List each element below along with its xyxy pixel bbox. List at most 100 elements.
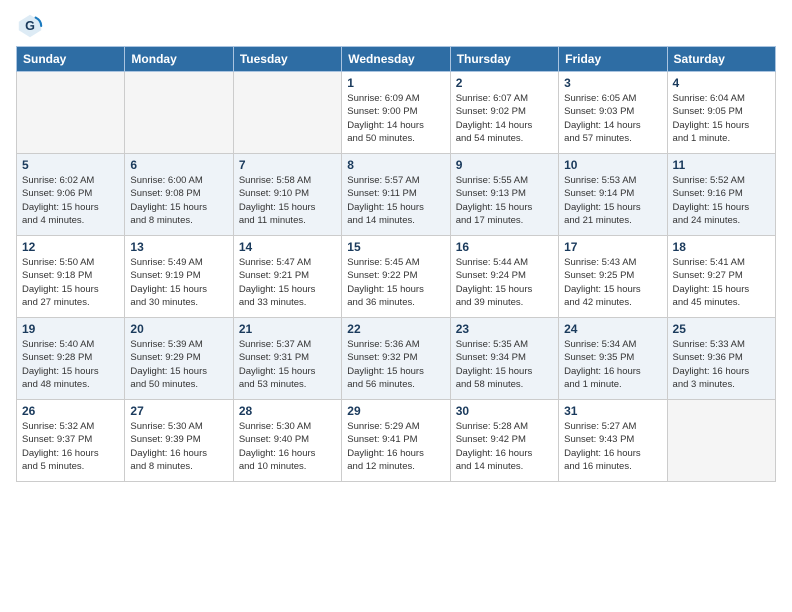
calendar-cell: 5 Sunrise: 6:02 AM Sunset: 9:06 PM Daylig… [17, 154, 125, 236]
calendar-week-row: 1 Sunrise: 6:09 AM Sunset: 9:00 PM Daylig… [17, 72, 776, 154]
weekday-row: SundayMondayTuesdayWednesdayThursdayFrid… [17, 47, 776, 72]
calendar-cell: 23Sunrise: 5:35 AM Sunset: 9:34 PM Dayli… [450, 318, 558, 400]
calendar-cell: 27 Sunrise: 5:30 AM Sunset: 9:39 PM Dayli… [125, 400, 233, 482]
day-number: 1 [347, 76, 444, 90]
day-number: 15 [347, 240, 444, 254]
day-number: 22 [347, 322, 444, 336]
calendar-cell: 8Sunrise: 5:57 AM Sunset: 9:11 PM Daylig… [342, 154, 450, 236]
day-info: Sunrise: 5:34 AM Sunset: 9:35 PM Dayligh… [564, 338, 661, 391]
calendar-body: 1 Sunrise: 6:09 AM Sunset: 9:00 PM Daylig… [17, 72, 776, 482]
day-number: 23 [456, 322, 553, 336]
day-info: Sunrise: 6:00 AM Sunset: 9:08 PM Dayligh… [130, 174, 227, 227]
day-number: 11 [673, 158, 770, 172]
day-info: Sunrise: 5:30 AM Sunset: 9:40 PM Dayligh… [239, 420, 336, 473]
calendar-cell [233, 72, 341, 154]
day-number: 7 [239, 158, 336, 172]
calendar-cell: 30Sunrise: 5:28 AM Sunset: 9:42 PM Dayli… [450, 400, 558, 482]
calendar-cell [17, 72, 125, 154]
day-info: Sunrise: 5:27 AM Sunset: 9:43 PM Dayligh… [564, 420, 661, 473]
day-number: 10 [564, 158, 661, 172]
calendar-cell: 2 Sunrise: 6:07 AM Sunset: 9:02 PM Daylig… [450, 72, 558, 154]
calendar-cell: 29 Sunrise: 5:29 AM Sunset: 9:41 PM Dayli… [342, 400, 450, 482]
day-number: 31 [564, 404, 661, 418]
day-info: Sunrise: 5:32 AM Sunset: 9:37 PM Dayligh… [22, 420, 119, 473]
calendar-cell: 12Sunrise: 5:50 AM Sunset: 9:18 PM Dayli… [17, 236, 125, 318]
calendar-week-row: 5 Sunrise: 6:02 AM Sunset: 9:06 PM Daylig… [17, 154, 776, 236]
day-info: Sunrise: 5:50 AM Sunset: 9:18 PM Dayligh… [22, 256, 119, 309]
calendar-cell: 6 Sunrise: 6:00 AM Sunset: 9:08 PM Daylig… [125, 154, 233, 236]
day-number: 18 [673, 240, 770, 254]
day-info: Sunrise: 6:07 AM Sunset: 9:02 PM Dayligh… [456, 92, 553, 145]
day-number: 27 [130, 404, 227, 418]
calendar-week-row: 19Sunrise: 5:40 AM Sunset: 9:28 PM Dayli… [17, 318, 776, 400]
calendar-cell: 28 Sunrise: 5:30 AM Sunset: 9:40 PM Dayli… [233, 400, 341, 482]
calendar: SundayMondayTuesdayWednesdayThursdayFrid… [16, 46, 776, 482]
day-info: Sunrise: 5:49 AM Sunset: 9:19 PM Dayligh… [130, 256, 227, 309]
calendar-cell: 18 Sunrise: 5:41 AM Sunset: 9:27 PM Dayli… [667, 236, 775, 318]
weekday-header: Saturday [667, 47, 775, 72]
day-info: Sunrise: 5:41 AM Sunset: 9:27 PM Dayligh… [673, 256, 770, 309]
day-number: 24 [564, 322, 661, 336]
day-number: 29 [347, 404, 444, 418]
calendar-week-row: 12Sunrise: 5:50 AM Sunset: 9:18 PM Dayli… [17, 236, 776, 318]
calendar-cell: 14Sunrise: 5:47 AM Sunset: 9:21 PM Dayli… [233, 236, 341, 318]
calendar-cell: 19Sunrise: 5:40 AM Sunset: 9:28 PM Dayli… [17, 318, 125, 400]
calendar-cell: 10Sunrise: 5:53 AM Sunset: 9:14 PM Dayli… [559, 154, 667, 236]
day-number: 6 [130, 158, 227, 172]
svg-text:G: G [25, 19, 35, 33]
calendar-cell [667, 400, 775, 482]
day-info: Sunrise: 6:05 AM Sunset: 9:03 PM Dayligh… [564, 92, 661, 145]
day-number: 25 [673, 322, 770, 336]
day-info: Sunrise: 5:29 AM Sunset: 9:41 PM Dayligh… [347, 420, 444, 473]
calendar-cell: 26 Sunrise: 5:32 AM Sunset: 9:37 PM Dayli… [17, 400, 125, 482]
calendar-cell: 16 Sunrise: 5:44 AM Sunset: 9:24 PM Dayli… [450, 236, 558, 318]
day-number: 28 [239, 404, 336, 418]
day-number: 30 [456, 404, 553, 418]
day-info: Sunrise: 6:02 AM Sunset: 9:06 PM Dayligh… [22, 174, 119, 227]
calendar-cell: 21 Sunrise: 5:37 AM Sunset: 9:31 PM Dayli… [233, 318, 341, 400]
calendar-cell: 7 Sunrise: 5:58 AM Sunset: 9:10 PM Daylig… [233, 154, 341, 236]
day-number: 13 [130, 240, 227, 254]
weekday-header: Sunday [17, 47, 125, 72]
day-number: 17 [564, 240, 661, 254]
day-number: 5 [22, 158, 119, 172]
calendar-cell: 15Sunrise: 5:45 AM Sunset: 9:22 PM Dayli… [342, 236, 450, 318]
calendar-header: SundayMondayTuesdayWednesdayThursdayFrid… [17, 47, 776, 72]
day-info: Sunrise: 6:04 AM Sunset: 9:05 PM Dayligh… [673, 92, 770, 145]
calendar-week-row: 26 Sunrise: 5:32 AM Sunset: 9:37 PM Dayli… [17, 400, 776, 482]
header: G [16, 12, 776, 40]
day-info: Sunrise: 5:44 AM Sunset: 9:24 PM Dayligh… [456, 256, 553, 309]
page: G SundayMondayTuesdayWednesdayThursdayFr… [0, 0, 792, 494]
calendar-cell: 22Sunrise: 5:36 AM Sunset: 9:32 PM Dayli… [342, 318, 450, 400]
weekday-header: Friday [559, 47, 667, 72]
logo: G [16, 12, 48, 40]
day-number: 9 [456, 158, 553, 172]
day-info: Sunrise: 5:37 AM Sunset: 9:31 PM Dayligh… [239, 338, 336, 391]
day-number: 16 [456, 240, 553, 254]
day-info: Sunrise: 5:58 AM Sunset: 9:10 PM Dayligh… [239, 174, 336, 227]
day-number: 2 [456, 76, 553, 90]
weekday-header: Tuesday [233, 47, 341, 72]
weekday-header: Wednesday [342, 47, 450, 72]
calendar-cell: 3 Sunrise: 6:05 AM Sunset: 9:03 PM Daylig… [559, 72, 667, 154]
weekday-header: Thursday [450, 47, 558, 72]
day-info: Sunrise: 6:09 AM Sunset: 9:00 PM Dayligh… [347, 92, 444, 145]
day-number: 4 [673, 76, 770, 90]
calendar-cell: 9 Sunrise: 5:55 AM Sunset: 9:13 PM Daylig… [450, 154, 558, 236]
weekday-header: Monday [125, 47, 233, 72]
day-info: Sunrise: 5:43 AM Sunset: 9:25 PM Dayligh… [564, 256, 661, 309]
day-number: 8 [347, 158, 444, 172]
day-info: Sunrise: 5:30 AM Sunset: 9:39 PM Dayligh… [130, 420, 227, 473]
calendar-cell: 25 Sunrise: 5:33 AM Sunset: 9:36 PM Dayli… [667, 318, 775, 400]
calendar-cell: 31 Sunrise: 5:27 AM Sunset: 9:43 PM Dayli… [559, 400, 667, 482]
day-info: Sunrise: 5:39 AM Sunset: 9:29 PM Dayligh… [130, 338, 227, 391]
logo-icon: G [16, 12, 44, 40]
day-info: Sunrise: 5:33 AM Sunset: 9:36 PM Dayligh… [673, 338, 770, 391]
calendar-cell: 13 Sunrise: 5:49 AM Sunset: 9:19 PM Dayli… [125, 236, 233, 318]
day-info: Sunrise: 5:40 AM Sunset: 9:28 PM Dayligh… [22, 338, 119, 391]
day-info: Sunrise: 5:55 AM Sunset: 9:13 PM Dayligh… [456, 174, 553, 227]
day-number: 3 [564, 76, 661, 90]
day-number: 26 [22, 404, 119, 418]
day-info: Sunrise: 5:47 AM Sunset: 9:21 PM Dayligh… [239, 256, 336, 309]
day-number: 21 [239, 322, 336, 336]
